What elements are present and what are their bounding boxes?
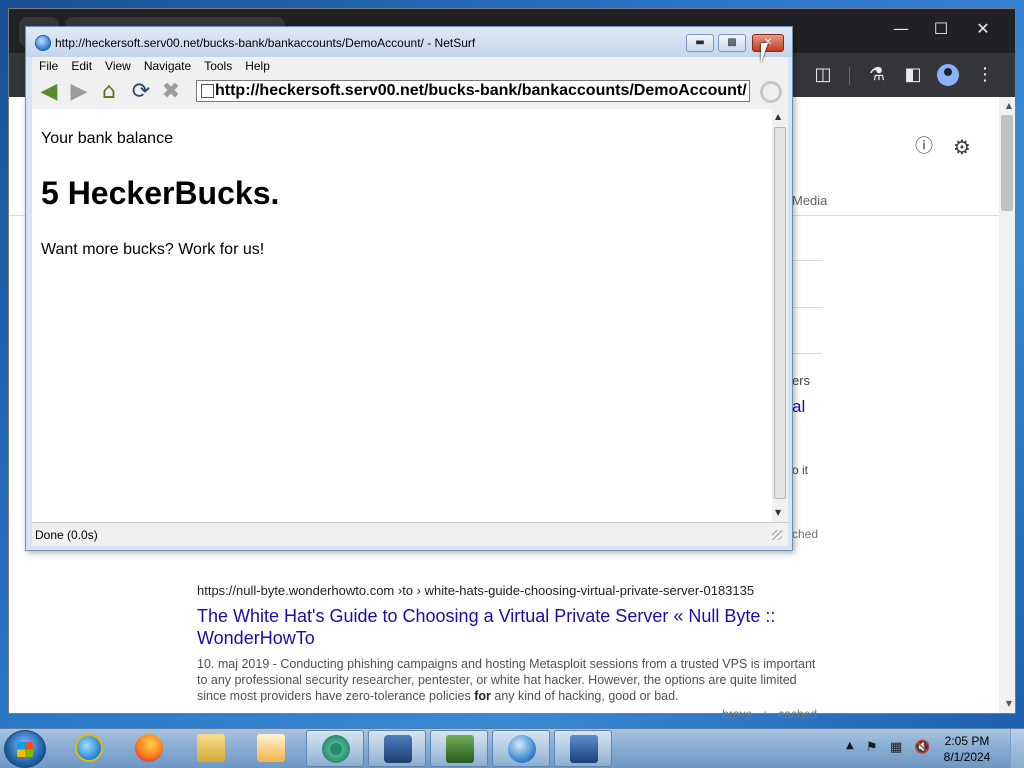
back-icon[interactable]: ◀ [36,79,62,105]
taskbar-netsurf[interactable] [492,730,550,767]
folder-icon [197,734,225,762]
menu-bar: File Edit View Navigate Tools Help [32,57,788,75]
scroll-up-icon[interactable]: ▲ [775,112,781,121]
taskbar-virtualbox[interactable] [368,730,426,767]
menu-help[interactable]: Help [238,57,276,73]
labs-icon[interactable]: ⚗ [865,63,889,87]
netsurf-scrollbar[interactable]: ▲ ▼ [772,109,788,522]
action-center-flag-icon[interactable]: ⚑ [866,740,878,755]
status-bar: Done (0.0s) [32,522,788,546]
page-viewport: Your bank balance 5 HeckerBucks. Want mo… [32,109,772,522]
window-title: http://heckersoft.serv00.net/bucks-bank/… [55,36,476,50]
recruit-text: Want more bucks? Work for us! [41,241,265,258]
close-icon[interactable]: ✕ [963,19,1003,38]
divider [792,260,822,261]
taskbar-firefox[interactable] [120,730,178,767]
network-icon[interactable]: ▦ [890,740,902,755]
menu-file[interactable]: File [32,57,64,73]
maximize-button[interactable]: ▩ [718,34,746,52]
minimize-button[interactable]: ▬ [686,34,714,52]
menu-edit[interactable]: Edit [64,57,98,73]
page-favicon-icon [201,84,214,98]
mouse-cursor-icon [761,43,768,63]
toolbar-separator [849,67,850,85]
media-player-icon [257,734,285,762]
url-text: http://heckersoft.serv00.net/bucks-bank/… [215,82,747,99]
taskbar: ▲ ⚑ ▦ 🔇 2:05 PM 8/1/2024 [0,728,1024,768]
balance-label: Your bank balance [41,130,173,147]
scroll-thumb[interactable] [1001,115,1013,211]
result-meta: brave : cached [714,707,817,721]
extensions-icon[interactable]: ◫ [811,63,835,87]
cached-link[interactable]: ched [792,527,818,541]
result-fragment-link[interactable]: al [792,397,805,417]
minimize-icon[interactable]: — [881,19,921,38]
menu-kebab-icon[interactable]: ⋮ [973,63,997,87]
status-text: Done (0.0s) [35,528,98,542]
clock-date: 8/1/2024 [943,750,991,764]
gear-icon[interactable]: ⚙ [950,135,974,159]
home-icon[interactable]: ⌂ [96,79,122,105]
close-button[interactable]: ✕ [752,34,784,52]
taskbar-media[interactable] [242,730,300,767]
search-result: https://null-byte.wonderhowto.com ›to › … [197,583,817,721]
task-manager-icon [446,735,474,763]
forward-icon[interactable]: ▶ [66,79,92,105]
tab-media[interactable]: Media [792,193,827,208]
taskbar-chrome[interactable] [306,730,364,767]
clock[interactable]: 2:05 PM 8/1/2024 [932,733,1002,765]
profile-icon[interactable] [937,64,959,86]
brave-link[interactable]: brave [722,707,752,721]
taskbar-taskmgr[interactable] [430,730,488,767]
stop-icon[interactable]: ✖ [158,79,184,105]
firefox-icon [135,734,163,762]
virtualbox-icon [384,735,412,763]
scroll-up-icon[interactable]: ▲ [1006,101,1012,110]
tray-expand-icon[interactable]: ▲ [846,740,854,751]
cached-link[interactable]: cached [778,707,817,721]
xp-mode-icon [570,735,598,763]
menu-navigate[interactable]: Navigate [137,57,197,73]
result-fragment: ers [792,373,811,388]
side-panel-icon[interactable]: ◧ [901,63,925,87]
menu-view[interactable]: View [98,57,137,73]
reload-icon[interactable]: ⟳ [128,79,154,105]
info-icon[interactable]: ⓘ [912,135,936,159]
result-fragment: o it [792,463,809,477]
taskbar-ie[interactable] [60,730,118,767]
netsurf-window: http://heckersoft.serv00.net/bucks-bank/… [25,26,793,551]
meta-separator: : [763,707,767,721]
result-url[interactable]: https://null-byte.wonderhowto.com ›to › … [197,583,817,598]
netsurf-titlebar[interactable]: http://heckersoft.serv00.net/bucks-bank/… [26,27,792,57]
maximize-icon[interactable]: ☐ [921,19,961,38]
divider [792,307,822,308]
netsurf-globe-icon [35,35,51,51]
volume-muted-icon[interactable]: 🔇 [914,740,930,755]
divider [792,353,822,354]
resize-grip-icon[interactable] [772,530,782,540]
throbber-icon [760,81,782,103]
internet-explorer-icon [75,734,103,762]
menu-tools[interactable]: Tools [197,57,238,73]
chrome-icon [322,735,350,763]
taskbar-explorer[interactable] [182,730,240,767]
clock-time: 2:05 PM [944,734,990,748]
show-desktop-button[interactable] [1010,729,1024,768]
balance-amount: 5 HeckerBucks. [41,175,280,211]
netsurf-icon [508,735,536,763]
start-button[interactable] [4,730,46,768]
taskbar-xpmode[interactable] [554,730,612,767]
result-snippet: 10. maj 2019 - Conducting phishing campa… [197,657,816,703]
chrome-scrollbar[interactable]: ▲ ▼ [999,97,1015,713]
result-title-link[interactable]: The White Hat's Guide to Choosing a Virt… [197,605,817,649]
url-field[interactable]: http://heckersoft.serv00.net/bucks-bank/… [196,80,750,102]
netsurf-toolbar: ◀ ▶ ⌂ ⟳ ✖ http://heckersoft.serv00.net/b… [32,75,788,109]
scroll-down-icon[interactable]: ▼ [775,508,781,517]
scroll-down-icon[interactable]: ▼ [1006,699,1012,708]
scroll-thumb[interactable] [774,127,786,499]
